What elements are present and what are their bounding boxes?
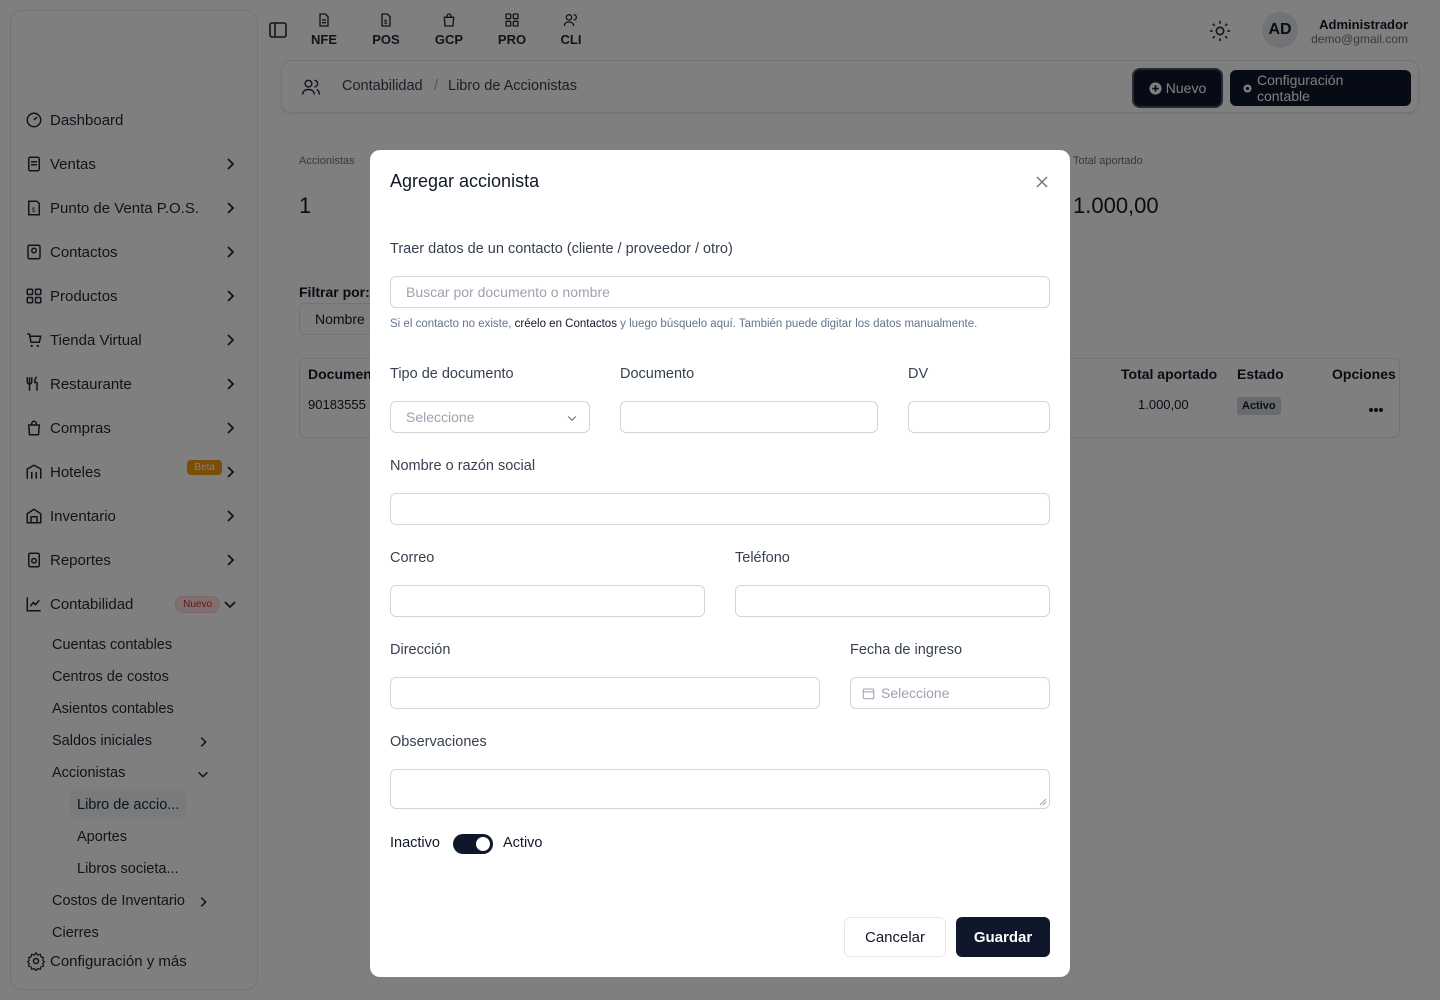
document-input[interactable] (620, 401, 878, 433)
dv-input[interactable] (908, 401, 1050, 433)
doc-type-select[interactable]: Seleccione (390, 401, 590, 433)
hint-prefix: Si el contacto no existe, (390, 318, 515, 330)
date-label: Fecha de ingreso (850, 642, 963, 658)
name-input[interactable] (390, 493, 1050, 525)
document-label: Documento (620, 366, 695, 382)
contact-hint: Si el contacto no existe, créelo en Cont… (390, 318, 977, 330)
name-label: Nombre o razón social (390, 458, 536, 474)
close-icon[interactable] (1034, 174, 1050, 190)
phone-label: Teléfono (735, 550, 790, 566)
contact-search-input[interactable]: Buscar por documento o nombre (390, 276, 1050, 308)
add-shareholder-modal: Agregar accionista Traer datos de un con… (370, 150, 1070, 977)
modal-title: Agregar accionista (390, 171, 540, 191)
notes-textarea[interactable] (390, 769, 1050, 809)
email-input[interactable] (390, 585, 705, 617)
doc-type-placeholder: Seleccione (406, 409, 475, 425)
resize-handle-icon[interactable] (1039, 798, 1047, 806)
date-input[interactable]: Seleccione (850, 677, 1050, 709)
contact-search-label: Traer datos de un contacto (cliente / pr… (390, 241, 733, 257)
notes-label: Observaciones (390, 734, 487, 750)
hint-suffix: y luego búsquelo aquí. También puede dig… (616, 318, 978, 330)
save-button[interactable]: Guardar (956, 917, 1050, 957)
status-toggle[interactable] (453, 834, 493, 854)
date-placeholder: Seleccione (881, 685, 950, 701)
address-input[interactable] (390, 677, 820, 709)
phone-input[interactable] (735, 585, 1050, 617)
calendar-icon (862, 688, 875, 699)
toggle-off-label: Inactivo (390, 835, 440, 851)
cancel-button[interactable]: Cancelar (844, 917, 946, 957)
chevron-down-icon (567, 416, 577, 422)
contacts-link[interactable]: créelo en Contactos (515, 318, 617, 330)
dv-label: DV (908, 366, 929, 382)
email-label: Correo (390, 550, 435, 566)
toggle-on-label: Activo (503, 835, 543, 851)
doc-type-label: Tipo de documento (390, 366, 514, 382)
address-label: Dirección (390, 642, 451, 658)
toggle-knob (476, 837, 490, 851)
